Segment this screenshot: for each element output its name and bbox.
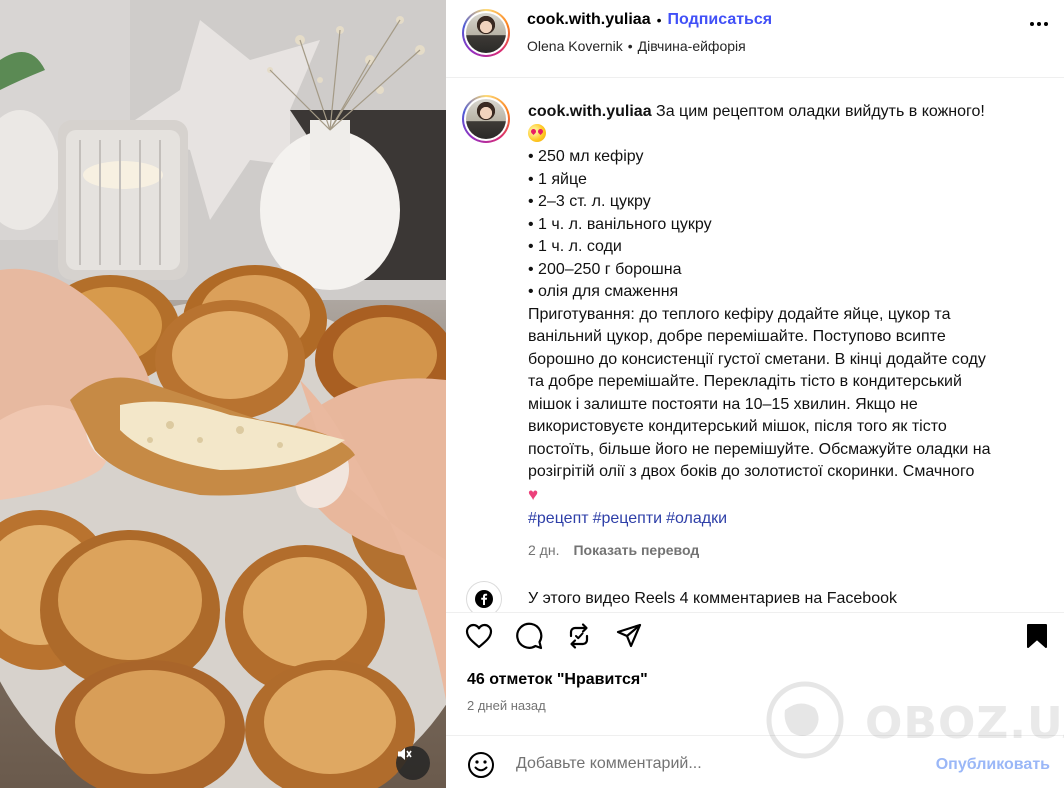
audio-title[interactable]: Дівчина-ейфорія (638, 38, 746, 54)
repost-icon (569, 623, 589, 649)
ingredient-item: • 200–250 г борошна (528, 260, 682, 278)
publish-comment-button[interactable]: Опубликовать (936, 756, 1050, 774)
caption-intro: За цим рецептом оладки вийдуть в кожного… (656, 103, 985, 120)
bookmark-icon (1027, 624, 1047, 648)
method-line: Приготування: до теплого кефіру додайте … (528, 305, 951, 323)
hashtag-link[interactable]: #рецепти (593, 510, 663, 527)
emoji-picker-button[interactable] (467, 751, 495, 779)
share-button[interactable] (614, 621, 644, 651)
comment-button[interactable] (514, 621, 544, 651)
caption-username[interactable]: cook.with.yuliaa (528, 103, 652, 120)
smiling-heart-eyes-emoji-icon (528, 123, 546, 142)
caption-text: cook.with.yuliaa За цим рецептом оладки … (528, 101, 1038, 561)
hashtag-list: #рецепт #рецепти #оладки (528, 508, 1038, 531)
method-line: та добре перемішайте. Перекладіть тісто … (528, 373, 962, 390)
method-line: борошно до консистенції густої сметани. … (528, 350, 986, 368)
post-panel: cook.with.yuliaa • Подписаться Olena Kov… (446, 0, 1064, 788)
post-header: cook.with.yuliaa • Подписаться Olena Kov… (446, 0, 1064, 78)
method-line: розігрітій олії з двох боків до золотист… (528, 463, 975, 480)
comment-bubble-icon (516, 622, 543, 650)
follow-button[interactable]: Подписаться (668, 11, 773, 29)
ingredient-item: • 1 яйце (528, 170, 587, 188)
posted-time[interactable]: 2 дней назад (467, 698, 546, 713)
audio-separator: • (627, 38, 633, 54)
caption-section: cook.with.yuliaa За цим рецептом оладки … (446, 79, 1064, 612)
facebook-notice-text: У этого видео Reels 4 комментариев на Fa… (528, 590, 897, 607)
method-line: використовуєте кондитерський мішок, післ… (528, 418, 947, 435)
like-button[interactable] (464, 621, 494, 651)
reel-video[interactable] (0, 0, 446, 788)
video-frame-illustration (0, 0, 446, 788)
more-dots-icon (1030, 22, 1034, 26)
pink-heart-emoji-icon: ♥ (528, 484, 539, 504)
separator-dot: • (656, 12, 662, 28)
facebook-logo-badge (466, 581, 502, 612)
author-username[interactable]: cook.with.yuliaa (527, 11, 651, 29)
mute-toggle-button[interactable] (396, 746, 430, 780)
audio-artist[interactable]: Olena Kovernik (527, 38, 623, 54)
ingredient-item: • 1 ч. л. соди (528, 238, 622, 255)
method-line: постоїть, більше його не перемішуйте. Об… (528, 440, 991, 458)
translate-button[interactable]: Показать перевод (573, 539, 699, 562)
facebook-logo-icon (475, 590, 493, 608)
comment-input[interactable] (516, 750, 916, 778)
more-options-button[interactable] (1030, 22, 1048, 26)
action-bar (446, 612, 1064, 658)
ingredient-item: • 2–3 ст. л. цукру (528, 193, 651, 210)
ingredient-item: • 250 мл кефіру (528, 148, 644, 165)
hashtag-link[interactable]: #оладки (666, 510, 727, 527)
hashtag-link[interactable]: #рецепт (528, 510, 589, 527)
emoji-smile-icon (468, 752, 494, 778)
repost-button[interactable] (564, 621, 594, 651)
muted-speaker-icon (398, 748, 412, 760)
author-avatar[interactable] (462, 9, 510, 57)
method-line: ванільний цукор, добре перемішайте. Пост… (528, 328, 946, 345)
method-line: мішок і залиште постояти на 10–15 хвилин… (528, 395, 918, 413)
send-paper-plane-icon (616, 623, 642, 648)
audio-attribution[interactable]: Olena Kovernik • Дівчина-ейфорія (527, 38, 746, 54)
comment-composer: Опубликовать (446, 735, 1064, 788)
ingredient-item: • олія для смаження (528, 283, 679, 300)
caption-time[interactable]: 2 дн. (528, 539, 559, 562)
caption-author-avatar[interactable] (462, 95, 510, 143)
facebook-comments-notice[interactable]: У этого видео Reels 4 комментариев на Fa… (466, 581, 897, 612)
heart-icon (465, 623, 493, 649)
likes-count[interactable]: 46 отметок "Нравится" (467, 671, 648, 689)
save-button[interactable] (1022, 621, 1052, 651)
ingredient-item: • 1 ч. л. ванільного цукру (528, 215, 712, 233)
